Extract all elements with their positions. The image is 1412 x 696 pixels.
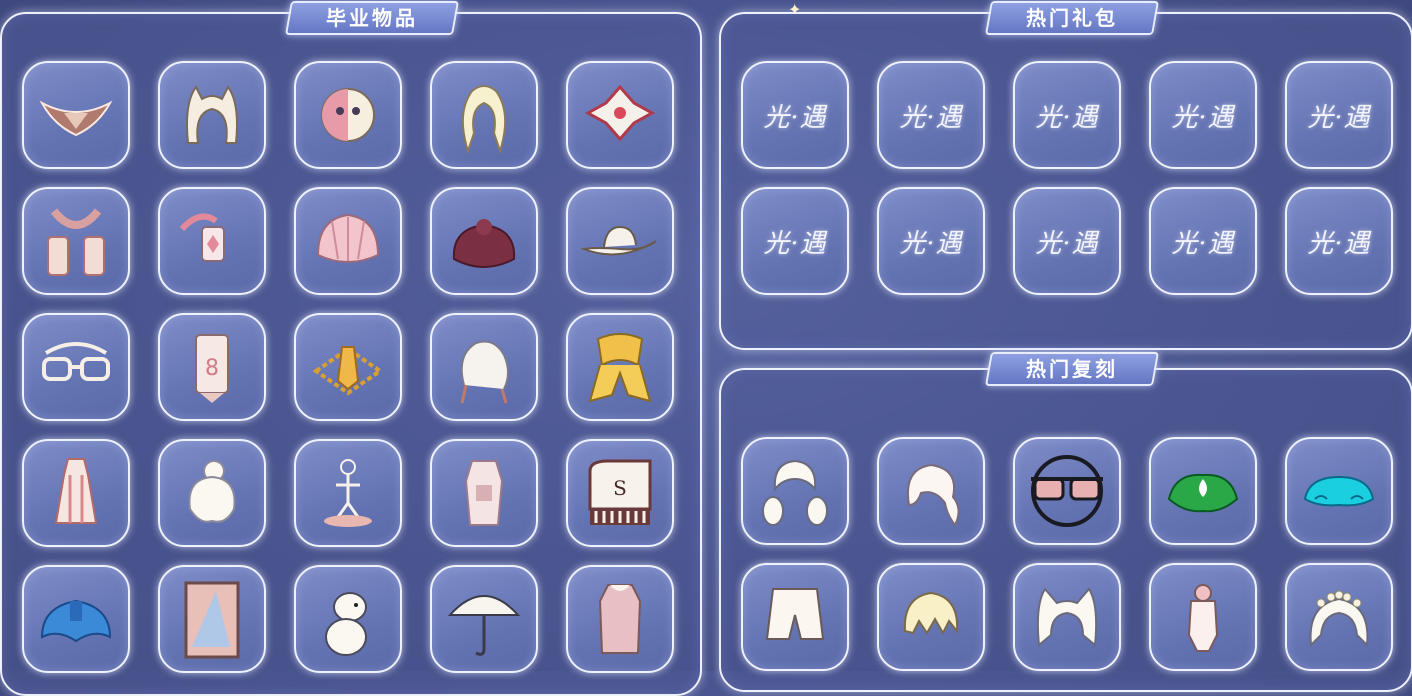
gift-pack-item[interactable]: 光·遇 <box>1285 61 1393 169</box>
dress-outfit-icon <box>54 458 98 524</box>
ticket-stand-prop-icon: 8 <box>195 334 229 403</box>
painting-prop-icon <box>184 581 240 659</box>
wing-cape-icon <box>39 100 113 137</box>
hot-gifts-section-title: 热门礼包 <box>985 1 1159 35</box>
cowboy-hat-icon <box>580 225 657 256</box>
graduation-item[interactable] <box>430 61 538 169</box>
umbrella-prop-icon <box>447 595 521 656</box>
ponytail-hair-icon <box>907 463 960 527</box>
graduation-item[interactable] <box>566 565 674 673</box>
sunglasses-icon <box>1031 455 1103 527</box>
rerun-item[interactable] <box>741 563 849 671</box>
rerun-item[interactable] <box>1149 563 1257 671</box>
graduation-item[interactable] <box>294 313 402 421</box>
graduation-item[interactable] <box>22 565 130 673</box>
twin-tail-hair-icon <box>762 459 828 526</box>
coat-outfit-icon <box>598 584 642 654</box>
gift-pack-item[interactable]: 光·遇 <box>1149 187 1257 295</box>
half-mask-icon <box>321 88 375 142</box>
bun-hair-icon <box>188 460 236 523</box>
flower-crown-hair-icon <box>1309 590 1369 648</box>
rerun-item[interactable] <box>1013 437 1121 545</box>
rerun-item[interactable] <box>877 563 985 671</box>
graduation-item[interactable] <box>566 313 674 421</box>
hot-reruns-section-title: 热门复刻 <box>985 352 1159 386</box>
graduation-item[interactable] <box>158 61 266 169</box>
graduation-item[interactable] <box>566 61 674 169</box>
gift-pack-item[interactable]: 光·遇 <box>1149 61 1257 169</box>
sky-logo-icon: 光·遇 <box>1307 228 1371 259</box>
blue-cape-icon <box>40 599 112 643</box>
shell-cape-icon <box>316 213 380 263</box>
rerun-item[interactable] <box>877 437 985 545</box>
animal-ears-hair-icon <box>186 85 238 144</box>
graduation-item[interactable] <box>22 439 130 547</box>
gift-pack-item[interactable]: 光·遇 <box>1285 187 1393 295</box>
rerun-item[interactable] <box>1285 563 1393 671</box>
graduation-item[interactable] <box>22 61 130 169</box>
shorts-outfit-icon <box>765 588 825 640</box>
graduation-item[interactable] <box>22 187 130 295</box>
sky-logo-icon: 光·遇 <box>1171 228 1235 259</box>
sky-logo-icon: 光·遇 <box>1035 102 1099 133</box>
rerun-item[interactable] <box>1013 563 1121 671</box>
graduation-item[interactable]: 8 <box>158 313 266 421</box>
svg-text:S: S <box>613 476 627 500</box>
graduation-item[interactable] <box>294 439 402 547</box>
cat-ear-hair-icon <box>1036 587 1098 647</box>
scarf-cape-icon <box>47 208 105 276</box>
glasses-icon <box>42 342 110 381</box>
sky-logo-icon: 光·遇 <box>1307 102 1371 133</box>
graduation-item[interactable] <box>430 313 538 421</box>
sky-logo-icon: 光·遇 <box>763 228 827 259</box>
gift-pack-item[interactable]: 光·遇 <box>1013 187 1121 295</box>
long-hair-icon <box>461 85 507 155</box>
graduation-item[interactable] <box>158 565 266 673</box>
golden-bow-cape-icon <box>588 333 652 403</box>
sky-logo-icon: 光·遇 <box>1035 228 1099 259</box>
piano-prop-icon: S <box>588 459 652 525</box>
graduation-item[interactable] <box>430 565 538 673</box>
golden-rope-necklace-icon <box>312 346 384 396</box>
sky-logo-icon: 光·遇 <box>1171 102 1235 133</box>
graduation-item[interactable]: S <box>566 439 674 547</box>
lantern-prop-icon <box>179 213 225 262</box>
graduation-item[interactable] <box>158 187 266 295</box>
graduation-item[interactable] <box>158 439 266 547</box>
cyan-cloud-cape-icon <box>1303 475 1375 507</box>
rerun-item[interactable] <box>741 437 849 545</box>
gift-pack-item[interactable]: 光·遇 <box>877 187 985 295</box>
graduation-section-title: 毕业物品 <box>285 1 459 35</box>
rerun-item[interactable] <box>1149 437 1257 545</box>
maroon-cape-icon <box>452 219 516 268</box>
svg-text:8: 8 <box>205 356 219 381</box>
graduation-item[interactable] <box>294 565 402 673</box>
graduation-item[interactable] <box>22 313 130 421</box>
onesie-outfit-icon <box>1187 584 1219 652</box>
graduation-item[interactable] <box>566 187 674 295</box>
gift-pack-item[interactable]: 光·遇 <box>1013 61 1121 169</box>
graduation-item[interactable] <box>294 187 402 295</box>
graduation-item[interactable] <box>430 187 538 295</box>
gift-pack-item[interactable]: 光·遇 <box>741 187 849 295</box>
gift-pack-item[interactable]: 光·遇 <box>741 61 849 169</box>
braided-hair-icon <box>460 340 509 404</box>
moomin-prop-icon <box>325 592 367 656</box>
sky-logo-icon: 光·遇 <box>899 228 963 259</box>
graduation-item[interactable] <box>430 439 538 547</box>
sky-logo-icon: 光·遇 <box>899 102 963 133</box>
short-hair-icon <box>903 591 959 636</box>
sky-logo-icon: 光·遇 <box>763 102 827 133</box>
statue-prop-icon <box>324 459 372 527</box>
robe-outfit-icon <box>464 460 504 526</box>
gift-pack-item[interactable]: 光·遇 <box>877 61 985 169</box>
green-leaf-cape-icon <box>1167 473 1239 513</box>
rerun-item[interactable] <box>1285 437 1393 545</box>
graduation-item[interactable] <box>294 61 402 169</box>
jester-hat-icon <box>584 84 656 142</box>
